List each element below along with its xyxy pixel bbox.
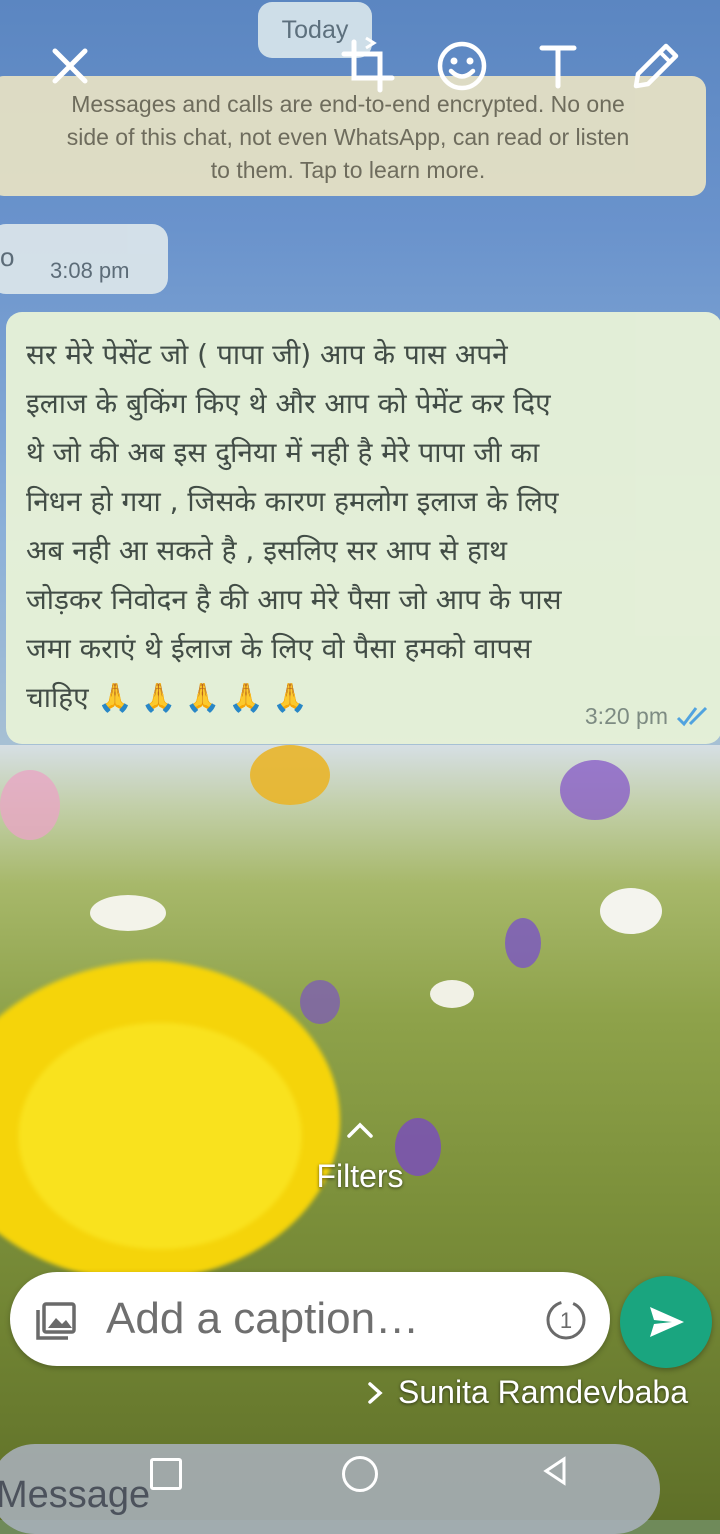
photo-bottom-strip: Message: [0, 1436, 720, 1534]
send-icon: [650, 1307, 684, 1337]
incoming-message-time: 3:08 pm: [50, 258, 130, 283]
recipient-row[interactable]: Sunita Ramdevbaba: [366, 1374, 688, 1411]
outgoing-message-text: सर मेरे पेसेंट जो ( पापा जी) आप के पास अ…: [26, 330, 716, 722]
photo-purple-flower: [300, 980, 340, 1024]
message-line: जोड़कर निवोदन है की आप मेरे पैसा जो आप क…: [26, 583, 562, 616]
text-icon: [539, 45, 577, 89]
view-once-count: 1: [560, 1308, 572, 1333]
sticker-button[interactable]: [430, 34, 494, 98]
editor-toolbar: [0, 0, 720, 130]
photo-orange-flower: [250, 745, 330, 805]
encryption-line: to them. Tap to learn more.: [210, 157, 486, 183]
home-icon: [342, 1456, 378, 1492]
recents-icon: [150, 1458, 182, 1490]
filters-toggle[interactable]: Filters: [0, 1120, 720, 1195]
message-line: थे जो की अब इस दुनिया में नही है मेरे पा…: [26, 436, 540, 469]
outgoing-message: सर मेरे पेसेंट जो ( पापा जी) आप के पास अ…: [6, 312, 720, 744]
caption-bar: 1: [10, 1272, 610, 1366]
crop-rotate-icon: [341, 36, 395, 93]
outgoing-message-time: 3:20 pm: [584, 703, 668, 729]
message-line: इलाज के बुकिंग किए थे और आप को पेमेंट कर…: [26, 387, 551, 420]
send-button[interactable]: [620, 1276, 712, 1368]
emoji-icon: [437, 41, 487, 91]
photo-white-flower: [90, 895, 166, 931]
photo-white-flower: [430, 980, 474, 1008]
close-button[interactable]: [38, 34, 102, 98]
caption-input[interactable]: [106, 1290, 526, 1348]
recipient-name: Sunita Ramdevbaba: [398, 1374, 688, 1410]
filters-label: Filters: [316, 1158, 404, 1194]
message-line: जमा कराएं थे ईलाज के लिए वो पैसा हमको वा…: [26, 632, 532, 665]
pencil-icon: [633, 43, 679, 89]
message-line: अब नही आ सकते है , इसलिए सर आप से हाथ: [26, 534, 508, 567]
incoming-message-text: o: [0, 242, 15, 272]
chevron-right-icon: [368, 1381, 383, 1404]
message-line: निधन हो गया , जिसके कारण हमलोग इलाज के ल…: [26, 485, 559, 518]
photo-message-placeholder: Message: [0, 1474, 151, 1516]
gallery-icon[interactable]: [34, 1298, 78, 1342]
read-receipt-icon: [676, 706, 708, 727]
message-line: सर मेरे पेसेंट जो ( पापा जी) आप के पास अ…: [26, 338, 508, 371]
close-icon: [52, 48, 88, 84]
incoming-message: o 3:08 pm: [0, 224, 168, 294]
photo-purple-flower: [505, 918, 541, 968]
crop-rotate-button[interactable]: [336, 34, 400, 98]
draw-button[interactable]: [624, 34, 688, 98]
photo-pink-flower: [0, 770, 60, 840]
view-once-icon[interactable]: 1: [544, 1298, 588, 1342]
back-icon: [543, 1456, 566, 1486]
photo-purple-flower: [560, 760, 630, 820]
text-tool-button[interactable]: [526, 34, 590, 98]
photo-white-flower: [600, 888, 662, 934]
chevron-up-icon: [347, 1122, 373, 1138]
